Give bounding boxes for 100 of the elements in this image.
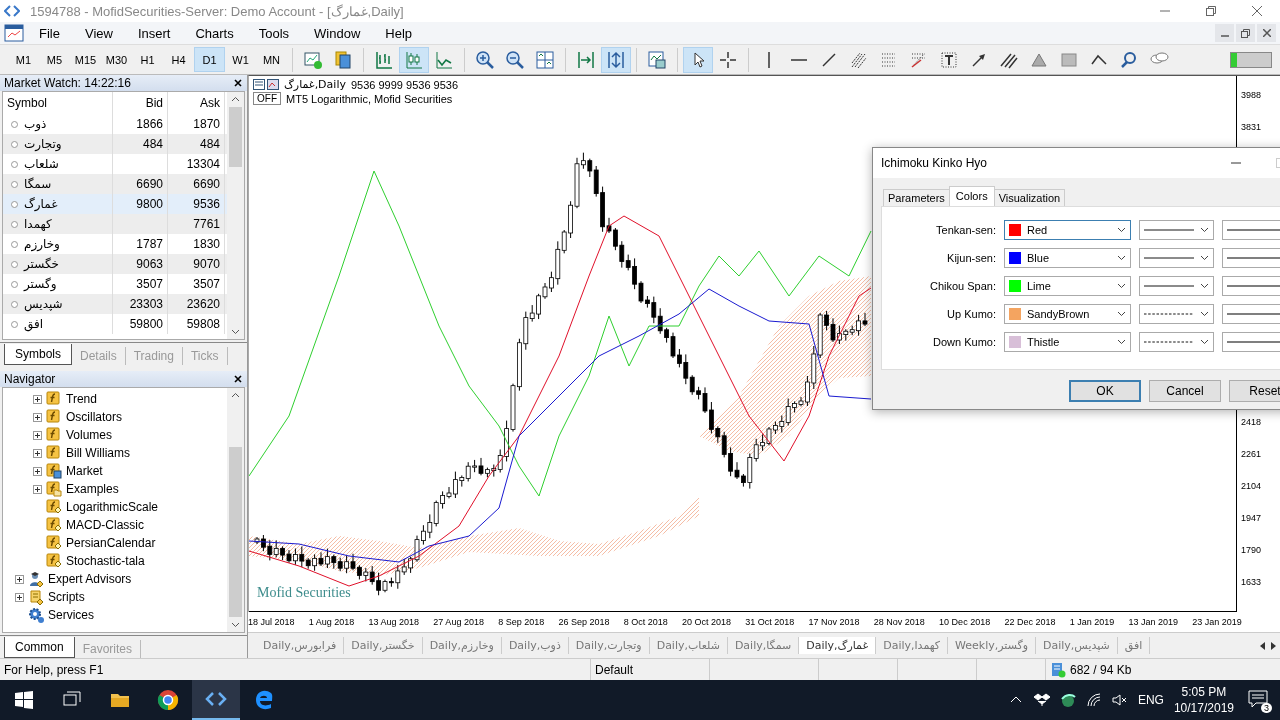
- dialog-button[interactable]: Reset: [1229, 380, 1280, 402]
- chart-symbol: غمارگ,Daily: [284, 78, 346, 91]
- chart-tab[interactable]: Daily,خگستر: [344, 637, 423, 654]
- chart-tab[interactable]: Weekly,وگستر: [948, 637, 1036, 654]
- tree-item[interactable]: Bill Williams: [66, 446, 130, 460]
- dialog-tab[interactable]: Visualization: [993, 189, 1066, 206]
- dialog-title: Ichimoku Kinko Hyo: [881, 156, 989, 170]
- timeframe-button[interactable]: M5: [39, 47, 70, 72]
- tree-item[interactable]: Trend: [66, 392, 97, 406]
- timeframe-button[interactable]: W1: [225, 47, 256, 72]
- language-indicator[interactable]: ENG: [1137, 693, 1164, 707]
- panel-tab[interactable]: Symbols: [4, 344, 72, 365]
- price-label: 2418: [1240, 417, 1263, 429]
- dialog-tab[interactable]: Colors: [948, 186, 995, 206]
- menu-item[interactable]: Tools: [249, 23, 299, 43]
- symbol-name: کهمدا: [24, 217, 52, 231]
- price-label: 3988: [1240, 90, 1263, 102]
- chart-tab[interactable]: Daily,وخارزم: [422, 637, 502, 654]
- timeframe-button[interactable]: M30: [101, 47, 132, 72]
- chart-tab[interactable]: افق: [1117, 637, 1151, 654]
- ask-price: 59808: [186, 317, 220, 331]
- ask-price: 9536: [193, 197, 220, 211]
- clock-date[interactable]: 10/17/2019: [1173, 700, 1234, 716]
- symbol-name: افق: [24, 317, 44, 331]
- field-label: Tenkan-sen:: [935, 224, 996, 236]
- ask-price: 1870: [193, 117, 220, 131]
- column-header[interactable]: Bid: [113, 92, 168, 114]
- bid-price: 1787: [136, 237, 163, 251]
- menu-item[interactable]: View: [75, 23, 122, 43]
- date-label: 31 Oct 2018: [745, 617, 795, 627]
- dialog-button[interactable]: OK: [1069, 380, 1141, 402]
- chart-tab[interactable]: Daily,کهمدا: [876, 637, 949, 654]
- chart-tab[interactable]: Daily,فرابورس: [256, 637, 345, 654]
- menu-item[interactable]: File: [30, 23, 69, 43]
- dialog-button[interactable]: Cancel: [1149, 380, 1221, 402]
- tree-item[interactable]: Oscillators: [66, 410, 122, 424]
- symbol-name: خگستر: [24, 257, 59, 271]
- symbol-name: سمگا: [24, 177, 52, 191]
- menu-item[interactable]: Window: [305, 23, 370, 43]
- dialog-tab[interactable]: Parameters: [883, 189, 950, 206]
- field-label: Kijun-sen:: [946, 252, 996, 264]
- symbol-name: وتجارت: [24, 137, 62, 151]
- tree-item[interactable]: MACD-Classic: [66, 518, 144, 532]
- column-header[interactable]: Ask: [168, 92, 225, 114]
- timeframe-button[interactable]: D1: [194, 47, 225, 72]
- tree-item[interactable]: LogarithmicScale: [66, 500, 159, 514]
- column-header[interactable]: Symbol: [3, 92, 113, 114]
- chart-tab[interactable]: Daily,ذوب: [501, 637, 569, 654]
- color-select[interactable]: SandyBrown: [1004, 304, 1131, 324]
- window-title: 1594788 - MofidSecurities-Server: Demo Account - [غمارگ,Daily]: [30, 3, 405, 19]
- off-button[interactable]: OFF: [253, 92, 281, 105]
- bid-price: 3507: [136, 277, 163, 291]
- tree-item[interactable]: Market: [66, 464, 103, 478]
- timeframe-button[interactable]: H4: [163, 47, 194, 72]
- color-select[interactable]: Lime: [1004, 276, 1131, 296]
- tree-item[interactable]: PersianCalendar: [66, 536, 156, 550]
- price-label: 1790: [1240, 545, 1263, 557]
- ask-price: 23620: [186, 297, 220, 311]
- chart-tab[interactable]: Daily,شپدیس: [1036, 637, 1118, 654]
- ask-price: 484: [199, 137, 220, 151]
- symbol-name: شپدیس: [24, 297, 63, 311]
- timeframe-button[interactable]: M1: [8, 47, 39, 72]
- notification-button[interactable]: 3: [1244, 686, 1272, 714]
- tree-item[interactable]: Expert Advisors: [48, 572, 132, 586]
- menu-item[interactable]: Help: [376, 23, 422, 43]
- menu-item[interactable]: Charts: [186, 23, 243, 43]
- tree-item[interactable]: Volumes: [66, 428, 113, 442]
- field-label: Down Kumo:: [932, 336, 996, 348]
- symbol-name: ذوب: [24, 117, 47, 131]
- chart-tab[interactable]: Daily,غمارگ: [799, 637, 877, 654]
- date-label: 20 Oct 2018: [682, 617, 732, 627]
- symbol-name: وخارزم: [24, 237, 60, 251]
- chart-tab[interactable]: Daily,شلعاب: [649, 637, 728, 654]
- panel-title: Navigator: [4, 372, 56, 386]
- bid-price: 9063: [136, 257, 163, 271]
- menu-item[interactable]: Insert: [128, 23, 180, 43]
- symbol-name: شلعاب: [24, 157, 59, 171]
- panel-title: Market Watch: 14:22:16: [4, 76, 131, 90]
- tree-item[interactable]: Scripts: [48, 590, 85, 604]
- timeframe-button[interactable]: M15: [70, 47, 101, 72]
- bid-price: 484: [142, 137, 163, 151]
- color-select[interactable]: Red: [1004, 220, 1131, 240]
- tree-item[interactable]: Services: [48, 608, 94, 622]
- clock-time[interactable]: 5:05 PM: [1181, 684, 1227, 700]
- timeframe-button[interactable]: H1: [132, 47, 163, 72]
- ask-price: 1830: [193, 237, 220, 251]
- ask-price: 6690: [193, 177, 220, 191]
- traffic-text: 682 / 94 Kb: [1070, 662, 1132, 677]
- date-label: 18 Jul 2018: [248, 617, 295, 627]
- price-label: 1633: [1240, 577, 1263, 589]
- color-select[interactable]: Thistle: [1004, 332, 1131, 352]
- price-label: 3831: [1240, 122, 1263, 134]
- tree-item[interactable]: Stochastic-tala: [66, 554, 145, 568]
- panel-tab[interactable]: Common: [4, 637, 75, 658]
- chart-tab[interactable]: Daily,وتجارت: [568, 637, 650, 654]
- tree-item[interactable]: Examples: [66, 482, 119, 496]
- date-label: 13 Jan 2019: [1128, 617, 1178, 627]
- ask-price: 3507: [193, 277, 220, 291]
- color-select[interactable]: Blue: [1004, 248, 1131, 268]
- timeframe-button[interactable]: MN: [256, 47, 287, 72]
